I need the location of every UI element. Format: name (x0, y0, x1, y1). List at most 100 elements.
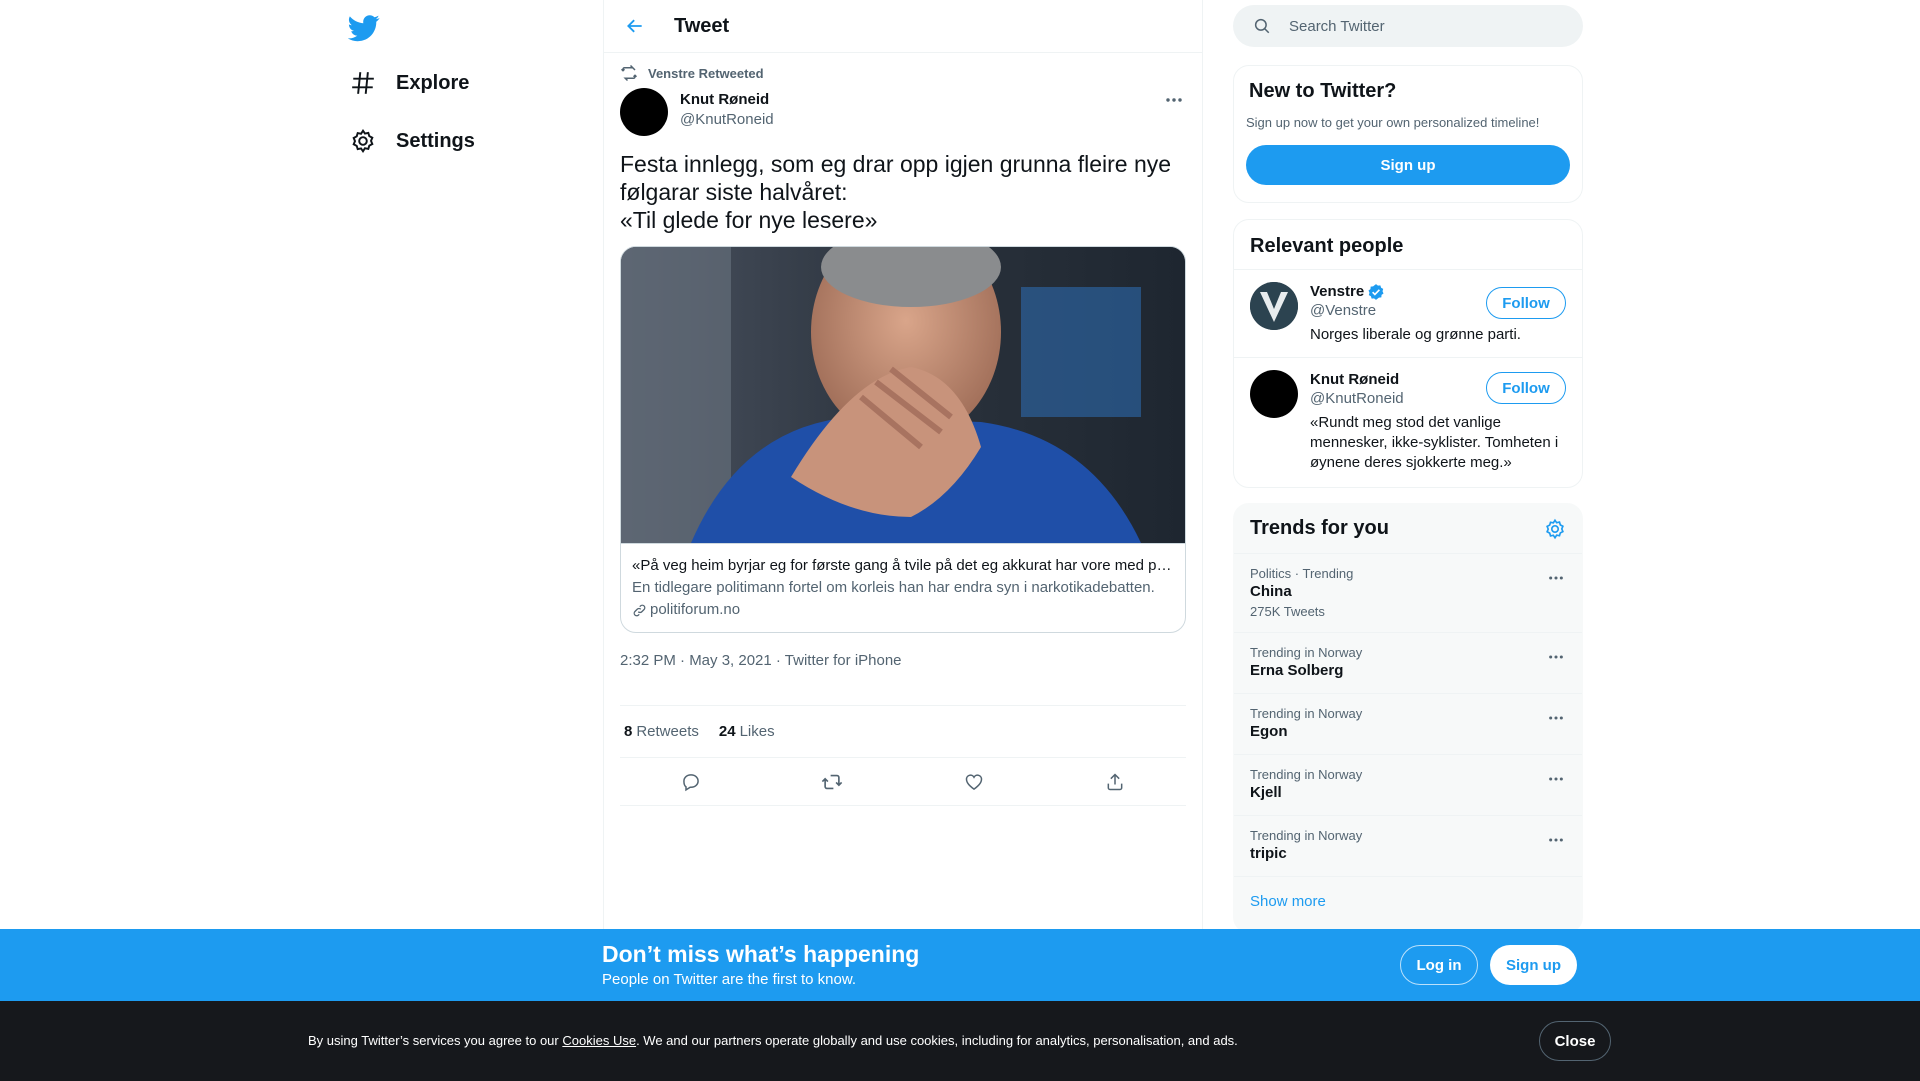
trend-context: Trending in Norway (1250, 828, 1363, 843)
like-button[interactable] (957, 765, 991, 799)
search-bar[interactable] (1233, 5, 1583, 47)
retweet-icon (620, 64, 638, 82)
tweet-author: Knut Røneid @KnutRoneid (620, 88, 1186, 136)
tweet-actions (620, 758, 1186, 806)
tweet-more-button[interactable] (1162, 92, 1186, 108)
more-dots-icon (1549, 576, 1563, 580)
trend-name: Erna Solberg (1250, 662, 1344, 679)
relevant-people-panel: Relevant people Venstre @Venstre Norges … (1233, 219, 1583, 488)
banner-subtitle: People on Twitter are the first to know. (602, 971, 857, 988)
nav-settings-label: Settings (396, 129, 475, 152)
trend-item[interactable]: Trending in Norway Kjell (1234, 755, 1582, 816)
trend-item[interactable]: Politics · Trending China 275K Tweets (1234, 554, 1582, 633)
trend-more-button[interactable] (1546, 570, 1566, 586)
nav-explore[interactable]: Explore (350, 61, 469, 105)
trends-header: Trends for you (1234, 504, 1582, 554)
avatar[interactable] (1250, 370, 1298, 418)
person-name[interactable]: Knut Røneid (1310, 370, 1399, 389)
trend-more-button[interactable] (1546, 649, 1566, 665)
trend-name: China (1250, 583, 1292, 600)
new-to-twitter-subtitle: Sign up now to get your own personalized… (1246, 115, 1540, 130)
link-card[interactable]: «På veg heim byrjar eg for første gang å… (620, 246, 1186, 633)
trend-more-button[interactable] (1546, 710, 1566, 726)
reply-button[interactable] (674, 765, 708, 799)
card-body: «På veg heim byrjar eg for første gang å… (621, 543, 1185, 632)
avatar[interactable] (1250, 282, 1298, 330)
follow-button[interactable]: Follow (1486, 372, 1566, 404)
more-dots-icon (1549, 777, 1563, 781)
trend-item[interactable]: Trending in Norway Egon (1234, 694, 1582, 755)
signup-banner: Don’t miss what’s happening People on Tw… (0, 929, 1920, 1001)
retweets-label: Retweets (636, 723, 699, 740)
card-domain: politiforum.no (632, 600, 1174, 620)
search-input[interactable] (1289, 17, 1569, 35)
trend-item[interactable]: Trending in Norway tripic (1234, 816, 1582, 877)
cookie-text: By using Twitter’s services you agree to… (308, 1033, 1238, 1048)
cookie-bar: By using Twitter’s services you agree to… (0, 1001, 1920, 1081)
tweet-stats: 8 Retweets 24 Likes (620, 706, 1186, 758)
new-to-twitter-panel: New to Twitter? Sign up now to get your … (1233, 65, 1583, 203)
arrow-left-icon (627, 19, 642, 33)
card-description: En tidlegare politimann fortel om korlei… (632, 579, 1155, 596)
trend-count: 275K Tweets (1250, 604, 1325, 619)
more-dots-icon (1549, 655, 1563, 659)
trends-title: Trends for you (1250, 517, 1389, 539)
card-domain-label: politiforum.no (650, 601, 741, 618)
heart-icon (965, 773, 982, 790)
verified-badge-icon (1367, 283, 1385, 301)
venstre-logo-icon (1250, 282, 1298, 330)
trend-context: Trending in Norway (1250, 706, 1363, 721)
tweet-timestamp[interactable]: 2:32 PM · May 3, 2021 · Twitter for iPho… (620, 651, 1186, 706)
nav-explore-label: Explore (396, 71, 470, 94)
trends-settings-gear-icon[interactable] (1544, 518, 1566, 540)
trend-item[interactable]: Trending in Norway Erna Solberg (1234, 633, 1582, 694)
cookies-use-link[interactable]: Cookies Use (562, 1033, 636, 1048)
retweets-stat[interactable]: 8 Retweets (624, 723, 699, 740)
sidebar-signup-button[interactable]: Sign up (1246, 145, 1570, 185)
more-dots-icon (1549, 716, 1563, 720)
likes-count: 24 (718, 723, 736, 740)
twitter-logo-icon[interactable] (348, 12, 380, 44)
cookie-close-button[interactable]: Close (1539, 1021, 1611, 1061)
login-button[interactable]: Log in (1400, 945, 1478, 985)
trend-context: Politics · Trending (1250, 566, 1354, 581)
author-handle[interactable]: @KnutRoneid (680, 110, 774, 130)
person-bio: Norges liberale og grønne parti. (1310, 326, 1521, 343)
trends-panel: Trends for you Politics · Trending China… (1233, 503, 1583, 933)
show-more-link[interactable]: Show more (1234, 877, 1582, 926)
banner-signup-button[interactable]: Sign up (1490, 945, 1577, 985)
retweeted-by-label[interactable]: Venstre Retweeted (648, 66, 764, 81)
author-avatar[interactable] (620, 88, 668, 136)
person-venstre[interactable]: Venstre @Venstre Norges liberale og grøn… (1234, 270, 1582, 358)
author-name[interactable]: Knut Røneid (680, 90, 774, 110)
tweet-text: Festa innlegg, som eg drar opp igjen gru… (620, 151, 1172, 233)
gear-icon (350, 128, 376, 154)
nav-settings[interactable]: Settings (350, 119, 475, 163)
retweet-icon (822, 774, 843, 789)
more-dots-icon (1166, 98, 1182, 102)
hashtag-icon (350, 70, 376, 96)
reply-icon (682, 773, 699, 791)
person-knut-roneid[interactable]: Knut Røneid @KnutRoneid «Rundt meg stod … (1234, 358, 1582, 485)
trend-context: Trending in Norway (1250, 645, 1363, 660)
share-icon (1107, 772, 1123, 790)
card-image (621, 247, 1185, 543)
share-button[interactable] (1098, 765, 1132, 799)
retweet-button[interactable] (815, 765, 849, 799)
link-icon (632, 603, 647, 618)
trend-more-button[interactable] (1546, 832, 1566, 848)
person-name[interactable]: Venstre (1310, 282, 1364, 301)
trend-name: Kjell (1250, 784, 1282, 801)
retweet-context: Venstre Retweeted (620, 64, 1186, 82)
cookie-text-after: . We and our partners operate globally a… (636, 1033, 1238, 1048)
tweet-column: Tweet Venstre Retweeted Knut Røneid @Knu… (603, 0, 1203, 1081)
trend-more-button[interactable] (1546, 771, 1566, 787)
cookie-text-before: By using Twitter’s services you agree to… (308, 1033, 563, 1048)
trend-name: Egon (1250, 723, 1288, 740)
person-bio: «Rundt meg stod det vanlige mennesker, i… (1310, 414, 1559, 471)
back-button[interactable] (618, 9, 652, 43)
follow-button[interactable]: Follow (1486, 287, 1566, 319)
new-to-twitter-title: New to Twitter? (1249, 80, 1397, 102)
likes-label: Likes (739, 723, 775, 740)
likes-stat[interactable]: 24 Likes (719, 723, 775, 740)
